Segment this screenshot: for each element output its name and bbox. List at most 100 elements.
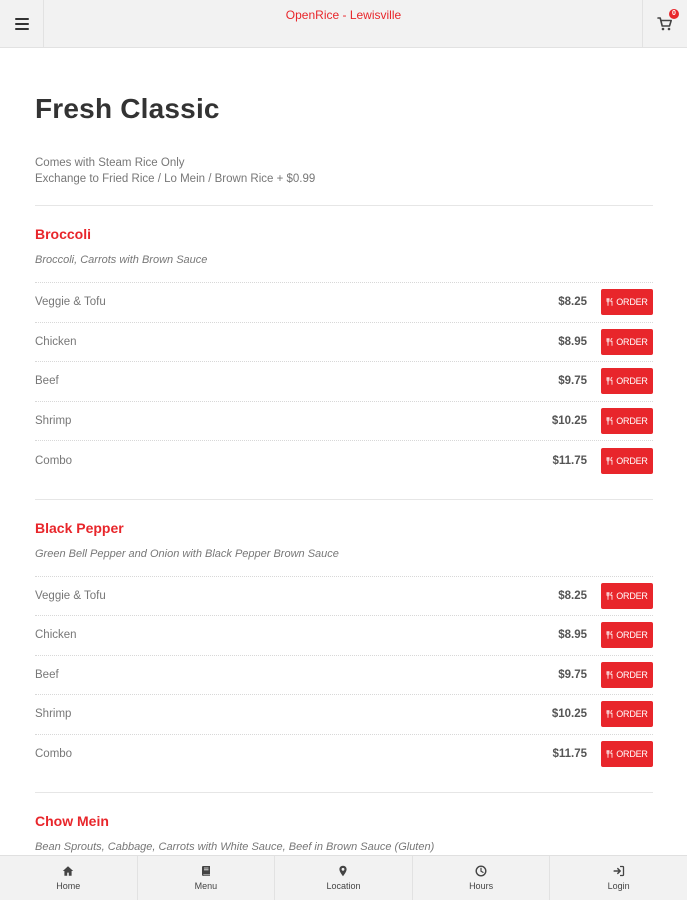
menu-item-row: Combo $11.75 ORDER	[35, 441, 653, 481]
order-button[interactable]: ORDER	[601, 741, 653, 768]
order-button-label: ORDER	[616, 749, 648, 760]
section-description: Green Bell Pepper and Onion with Black P…	[35, 547, 339, 560]
item-price: $10.25	[551, 708, 587, 721]
item-price: $9.75	[558, 668, 587, 681]
item-name: Veggie & Tofu	[35, 296, 106, 309]
utensils-icon	[606, 298, 613, 307]
item-name: Combo	[35, 454, 73, 467]
section-description: Broccoli, Carrots with Brown Sauce	[35, 254, 208, 266]
menu-section: Broccoli Broccoli, Carrots with Brown Sau…	[35, 206, 653, 500]
page-title: Fresh Classic	[35, 93, 220, 124]
menu-section: Black Pepper Green Bell Pepper and Onion …	[35, 500, 653, 793]
bottom-nav: Home Menu Location Hours Login	[0, 855, 687, 900]
order-button[interactable]: ORDER	[601, 328, 653, 355]
top-bar: OpenRice - Lewisville 0	[0, 0, 687, 48]
sign-in-icon	[613, 865, 624, 877]
section-title: Broccoli	[35, 226, 92, 242]
menu-item-row: Beef $9.75 ORDER	[35, 362, 653, 402]
order-button[interactable]: ORDER	[601, 407, 653, 434]
map-pin-icon	[339, 865, 348, 877]
menu-item-row: Beef $9.75 ORDER	[35, 656, 653, 695]
item-name: Combo	[35, 748, 73, 761]
order-button-label: ORDER	[616, 376, 648, 387]
cart-count-badge: 0	[669, 9, 679, 19]
item-name: Chicken	[35, 629, 77, 642]
utensils-icon	[606, 456, 613, 465]
item-price: $8.95	[558, 335, 587, 348]
clock-icon	[475, 865, 487, 877]
nav-label: Location	[326, 881, 361, 891]
item-list: Veggie & Tofu $8.25 ORDER Chicken $8.95 ORDER…	[35, 282, 653, 481]
item-price: $8.25	[558, 589, 587, 602]
item-price: $10.25	[551, 414, 587, 427]
order-button-label: ORDER	[616, 630, 648, 641]
menu-content: Fresh Classic Comes with Steam Rice Only…	[35, 48, 653, 854]
restaurant-title: OpenRice - Lewisville	[285, 8, 402, 22]
menu-section: Chow Mein Bean Sprouts, Cabbage, Carrots …	[35, 793, 653, 854]
section-description: Bean Sprouts, Cabbage, Carrots with Whit…	[35, 841, 435, 853]
order-button[interactable]: ORDER	[601, 661, 653, 688]
menu-item-row: Shrimp $10.25 ORDER	[35, 695, 653, 735]
page-note: Comes with Steam Rice Only Exchange to F…	[35, 155, 653, 187]
order-button[interactable]: ORDER	[601, 368, 653, 395]
page-note-line: Comes with Steam Rice Only	[35, 157, 185, 169]
utensils-icon	[606, 377, 613, 386]
utensils-icon	[606, 710, 613, 719]
utensils-icon	[606, 416, 613, 425]
nav-login[interactable]: Login	[550, 856, 687, 900]
item-name: Chicken	[35, 335, 77, 348]
hamburger-icon	[14, 18, 29, 30]
item-price: $8.25	[558, 296, 587, 309]
order-button-label: ORDER	[616, 415, 648, 426]
order-button[interactable]: ORDER	[601, 289, 653, 316]
nav-label: Hours	[469, 881, 494, 891]
book-icon	[201, 866, 210, 876]
menu-item-row: Chicken $8.95 ORDER	[35, 323, 653, 362]
section-title: Chow Mein	[35, 813, 109, 829]
item-price: $8.95	[558, 629, 587, 642]
order-button-label: ORDER	[616, 709, 648, 720]
menu-item-row: Veggie & Tofu $8.25 ORDER	[35, 577, 653, 616]
item-price: $9.75	[558, 375, 587, 388]
order-button-label: ORDER	[616, 669, 648, 680]
item-name: Beef	[35, 375, 59, 388]
page-note-line: Exchange to Fried Rice / Lo Mein / Brown…	[35, 173, 316, 185]
shopping-cart-icon	[657, 17, 672, 31]
menu-button[interactable]	[0, 0, 44, 48]
order-button-label: ORDER	[616, 455, 648, 466]
order-button-label: ORDER	[616, 297, 648, 308]
utensils-icon	[606, 631, 613, 640]
nav-label: Menu	[194, 881, 218, 891]
utensils-icon	[606, 670, 613, 679]
utensils-icon	[606, 337, 613, 346]
item-name: Shrimp	[35, 708, 72, 721]
nav-location[interactable]: Location	[275, 856, 413, 900]
menu-sections: Broccoli Broccoli, Carrots with Brown Sau…	[35, 206, 653, 854]
item-name: Shrimp	[35, 414, 72, 427]
section-title: Black Pepper	[35, 519, 124, 536]
nav-label: Home	[56, 881, 81, 891]
home-icon	[63, 866, 74, 876]
menu-item-row: Combo $11.75 ORDER	[35, 735, 653, 775]
order-button[interactable]: ORDER	[601, 701, 653, 728]
order-button[interactable]: ORDER	[601, 622, 653, 649]
item-price: $11.75	[552, 748, 587, 761]
item-list: Veggie & Tofu $8.25 ORDER Chicken $8.95 ORDER…	[35, 575, 653, 775]
order-button-label: ORDER	[616, 590, 648, 601]
nav-menu[interactable]: Menu	[138, 856, 276, 900]
menu-item-row: Shrimp $10.25 ORDER	[35, 402, 653, 441]
menu-item-row: Chicken $8.95 ORDER	[35, 616, 653, 656]
order-button[interactable]: ORDER	[601, 447, 653, 474]
menu-item-row: Veggie & Tofu $8.25 ORDER	[35, 283, 653, 323]
utensils-icon	[606, 750, 613, 759]
item-price: $11.75	[552, 454, 587, 467]
item-name: Veggie & Tofu	[35, 589, 106, 602]
item-name: Beef	[35, 668, 59, 681]
order-button[interactable]: ORDER	[601, 582, 653, 609]
utensils-icon	[606, 591, 613, 600]
cart-button[interactable]: 0	[642, 0, 687, 48]
nav-hours[interactable]: Hours	[413, 856, 551, 900]
nav-label: Login	[607, 881, 630, 891]
nav-home[interactable]: Home	[0, 856, 138, 900]
order-button-label: ORDER	[616, 336, 648, 347]
